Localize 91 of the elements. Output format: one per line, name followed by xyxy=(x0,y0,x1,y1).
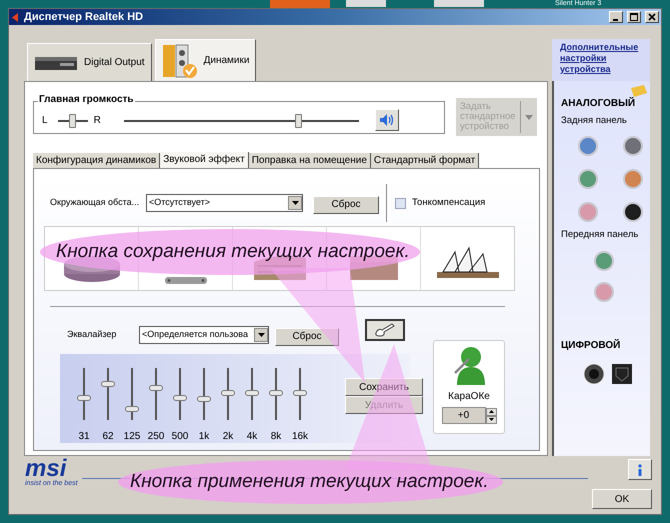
slider-thumb[interactable] xyxy=(77,395,91,402)
slider-thumb[interactable] xyxy=(221,390,235,396)
info-icon xyxy=(637,464,643,476)
checkbox[interactable] xyxy=(395,198,406,208)
metal-plate-drawing xyxy=(164,277,206,284)
slider-thumb[interactable] xyxy=(269,390,283,396)
maximize-icon xyxy=(630,13,638,21)
checkbox-label: Тонкомпенсация xyxy=(412,196,486,210)
tab-label: Digital Output xyxy=(84,56,145,70)
right-label: R xyxy=(94,114,101,128)
guitar-button[interactable] xyxy=(365,319,405,341)
karaoke-label: КараОКе xyxy=(448,390,490,404)
equalizer-slider[interactable] xyxy=(125,365,139,421)
equalizer-slider[interactable] xyxy=(197,365,211,421)
frequency-label: 62 xyxy=(102,431,114,443)
slider-thumb[interactable] xyxy=(173,395,187,402)
maximize-button[interactable] xyxy=(627,11,641,23)
equalizer-slider[interactable] xyxy=(269,365,283,421)
callout-text: Кнопка сохранения текущих настроек. xyxy=(56,240,410,264)
tab-label: Динамики xyxy=(204,54,250,68)
info-button[interactable] xyxy=(628,459,652,480)
frequency-label: 1k xyxy=(198,431,210,443)
panel-label: Задняя панель xyxy=(561,114,628,128)
dropdown-value: <Определяется пользова xyxy=(141,328,249,342)
frequency-label: 250 xyxy=(148,431,164,443)
slider-thumb[interactable] xyxy=(125,406,139,412)
minimize-button[interactable] xyxy=(609,11,623,23)
audio-jack[interactable] xyxy=(622,202,642,222)
field-label: Окружающая обста... xyxy=(50,196,140,210)
coaxial-port-icon xyxy=(583,362,605,384)
guitar-icon xyxy=(374,323,396,337)
slider-thumb[interactable] xyxy=(245,390,259,396)
equalizer-slider[interactable] xyxy=(221,365,235,421)
equalizer-slider[interactable] xyxy=(149,365,163,421)
section-heading: ЦИФРОВОЙ xyxy=(561,338,622,352)
up-arrow-icon xyxy=(488,410,494,413)
equalizer-slider[interactable] xyxy=(101,365,115,421)
balance-slider[interactable] xyxy=(58,114,88,128)
device-tab[interactable]: Динамики xyxy=(154,39,256,81)
sub-tab[interactable]: Стандартный формат xyxy=(370,153,480,168)
frequency-label: 8k xyxy=(270,431,282,443)
slider-thumb[interactable] xyxy=(69,114,76,128)
advanced-settings-link[interactable]: Дополнительные настройки устройства xyxy=(560,42,650,75)
dropdown-arrow-button[interactable] xyxy=(254,328,268,342)
callout-text: Кнопка применения текущих настроек. xyxy=(130,470,489,494)
speaker-button[interactable] xyxy=(374,108,399,130)
frequency-label: 125 xyxy=(124,431,140,443)
frequency-label: 31 xyxy=(78,431,90,443)
close-icon xyxy=(648,13,656,21)
sub-tab[interactable]: Поправка на помещение xyxy=(248,153,371,168)
speakers-icon xyxy=(162,42,198,78)
reset-button[interactable]: Сброс xyxy=(275,328,339,346)
equalizer-slider[interactable] xyxy=(173,365,187,421)
brand-logo: msi xyxy=(25,458,67,480)
slider-thumb[interactable] xyxy=(293,390,307,396)
volume-slider[interactable] xyxy=(124,114,359,128)
dropdown-arrow-button[interactable] xyxy=(288,196,302,210)
panel-label: Передняя панель xyxy=(561,228,640,242)
karaoke-value-field[interactable]: +0 xyxy=(442,407,486,424)
equalizer-slider[interactable] xyxy=(293,365,307,421)
environment-dropdown[interactable]: <Отсутствует> xyxy=(146,194,303,212)
spin-up-button[interactable] xyxy=(486,408,496,416)
slider-thumb[interactable] xyxy=(197,396,211,402)
folder-icon xyxy=(630,84,648,98)
slider-thumb[interactable] xyxy=(294,114,302,128)
slider-thumb[interactable] xyxy=(101,381,115,388)
caret-icon xyxy=(258,333,264,337)
equalizer-slider[interactable] xyxy=(245,365,259,421)
group-title: Главная громкость xyxy=(38,94,135,106)
section-heading: АНАЛОГОВЫЙ xyxy=(561,98,636,110)
sub-tab[interactable]: Конфигурация динамиков xyxy=(33,153,160,168)
preset-dropdown[interactable]: <Определяется пользова xyxy=(139,326,269,344)
close-button[interactable] xyxy=(645,11,659,23)
down-arrow-icon xyxy=(488,418,494,421)
frequency-label: 16k xyxy=(292,431,308,443)
equalizer-slider[interactable] xyxy=(77,365,91,421)
caret-icon xyxy=(292,201,298,205)
slider-thumb[interactable] xyxy=(149,384,163,391)
frequency-label: 4k xyxy=(246,431,258,443)
reset-button[interactable]: Сброс xyxy=(313,196,379,214)
dropdown-value: <Отсутствует> xyxy=(148,196,211,210)
field-label: Эквалайзер xyxy=(67,328,118,342)
frequency-label: 2k xyxy=(222,431,234,443)
device-tab[interactable]: Digital Output xyxy=(27,43,152,81)
frequency-label: 500 xyxy=(172,431,188,443)
ok-button[interactable]: OK xyxy=(592,489,652,509)
left-label: L xyxy=(42,114,48,128)
window-title: Диспетчер Realtek HD xyxy=(24,10,144,24)
sub-tab[interactable]: Звуковой эффект xyxy=(160,152,249,168)
optical-port-icon xyxy=(611,362,633,384)
caret-icon xyxy=(525,114,533,120)
